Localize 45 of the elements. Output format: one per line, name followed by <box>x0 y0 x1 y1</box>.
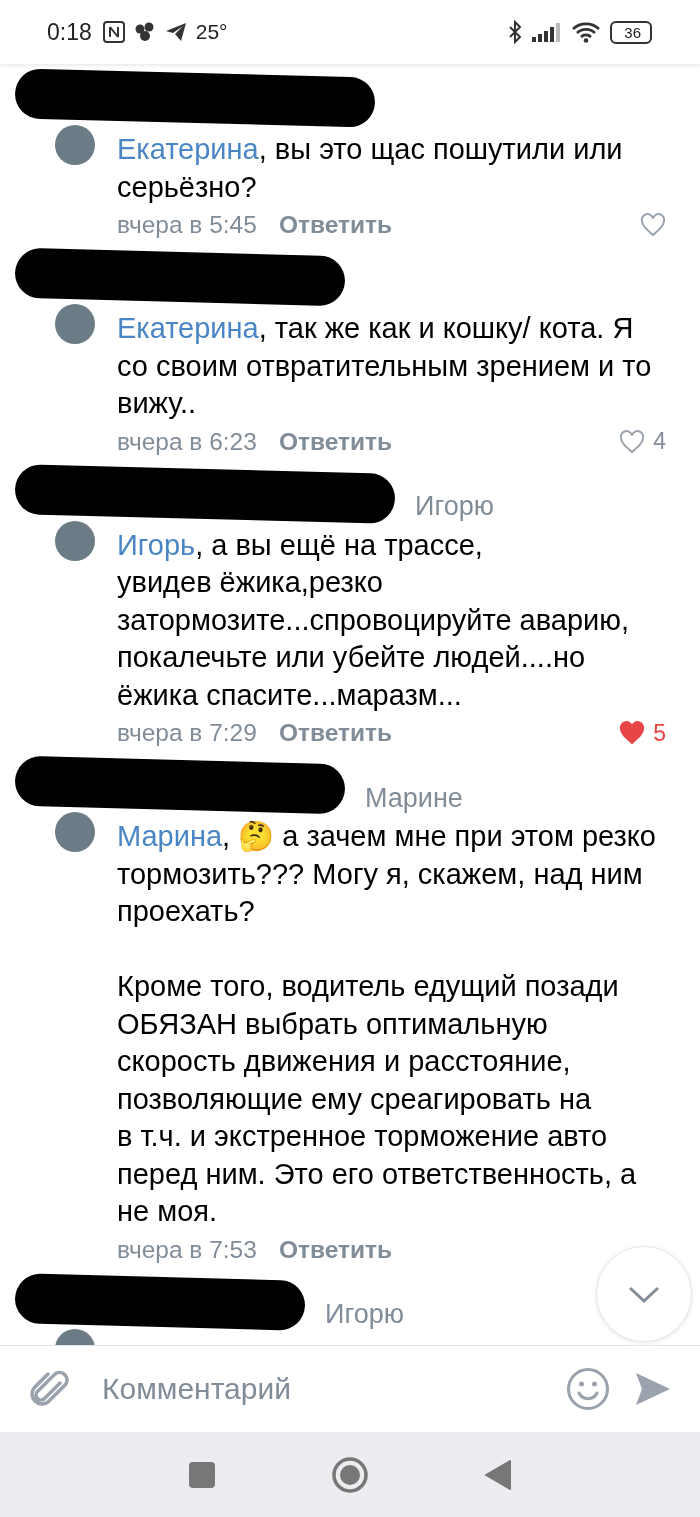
reply-button[interactable]: Ответить <box>278 719 393 747</box>
avatar[interactable] <box>55 812 95 852</box>
bluetooth-icon <box>507 20 524 44</box>
emoji-icon[interactable] <box>566 1367 610 1411</box>
avatar[interactable] <box>55 520 95 561</box>
like-button[interactable] <box>640 213 666 237</box>
comment-time: вчера в 7:53 <box>117 1235 257 1264</box>
heart-icon <box>640 213 666 237</box>
wifi-icon <box>571 21 602 43</box>
paper-plane-icon <box>164 22 187 42</box>
avatar[interactable] <box>55 304 95 344</box>
mention-link[interactable]: Екатерина <box>117 133 259 165</box>
temperature: 25° <box>195 20 228 44</box>
comment-time: вчера в 6:23 <box>117 427 257 456</box>
home-button[interactable] <box>331 1455 369 1494</box>
bubbles-icon <box>133 22 156 42</box>
comment-text: Марина, 🤔 а зачем мне при этом резко тормозить??? Могу я, скажем, над ним проехать? Кроме того, водитель едущий позади ОБЯЗАН выбрать оптимальную скорость движения и расстояние, позволяющие ему среагировать на в т.ч. и экстренное торможение авто перед ним. Это его ответственность, а не моя. <box>117 819 657 1229</box>
signal-icon <box>532 22 563 42</box>
comment-text: Екатерина, вы это щас пошутили или серьёзно? <box>117 132 624 205</box>
avatar[interactable] <box>55 125 95 165</box>
recent-apps-button[interactable] <box>188 1460 216 1489</box>
reply-target: Игорю <box>325 1299 404 1330</box>
like-button[interactable]: 5 <box>619 719 666 747</box>
chevron-down-icon <box>627 1284 661 1304</box>
mention-link[interactable]: Екатерина <box>117 312 259 344</box>
like-button[interactable]: 4 <box>619 428 666 455</box>
reply-button[interactable]: Ответить <box>278 1235 393 1264</box>
comment-input[interactable]: Комментарий <box>94 1372 542 1406</box>
mention-link[interactable]: Марина <box>117 820 223 852</box>
back-button[interactable] <box>484 1458 512 1491</box>
comment-time: вчера в 5:45 <box>117 211 257 239</box>
reply-button[interactable]: Ответить <box>278 211 393 239</box>
reply-target: Марине <box>365 782 463 814</box>
heart-icon <box>619 429 646 454</box>
reply-button[interactable]: Ответить <box>278 427 393 456</box>
heart-icon <box>619 721 646 745</box>
battery-indicator: 36 <box>610 20 652 44</box>
reply-target: Игорю <box>415 491 494 522</box>
send-icon[interactable] <box>634 1370 672 1408</box>
comment-text: Екатерина, так же как и кошку/ кота. Я со своим отвратительным зрением и то вижу.. <box>117 311 653 421</box>
status-time: 0:18 <box>47 18 92 46</box>
mention-link[interactable]: Игорь <box>117 528 196 561</box>
comment-time: вчера в 7:29 <box>117 719 257 747</box>
comment-text: Игорь, а вы ещё на трассе, увидев ёжика,резко затормозите...спровоцируйте аварию, покалечьте или убейте людей....но ёжика спасите...маразм... <box>117 527 631 713</box>
nfc-icon <box>102 21 125 43</box>
